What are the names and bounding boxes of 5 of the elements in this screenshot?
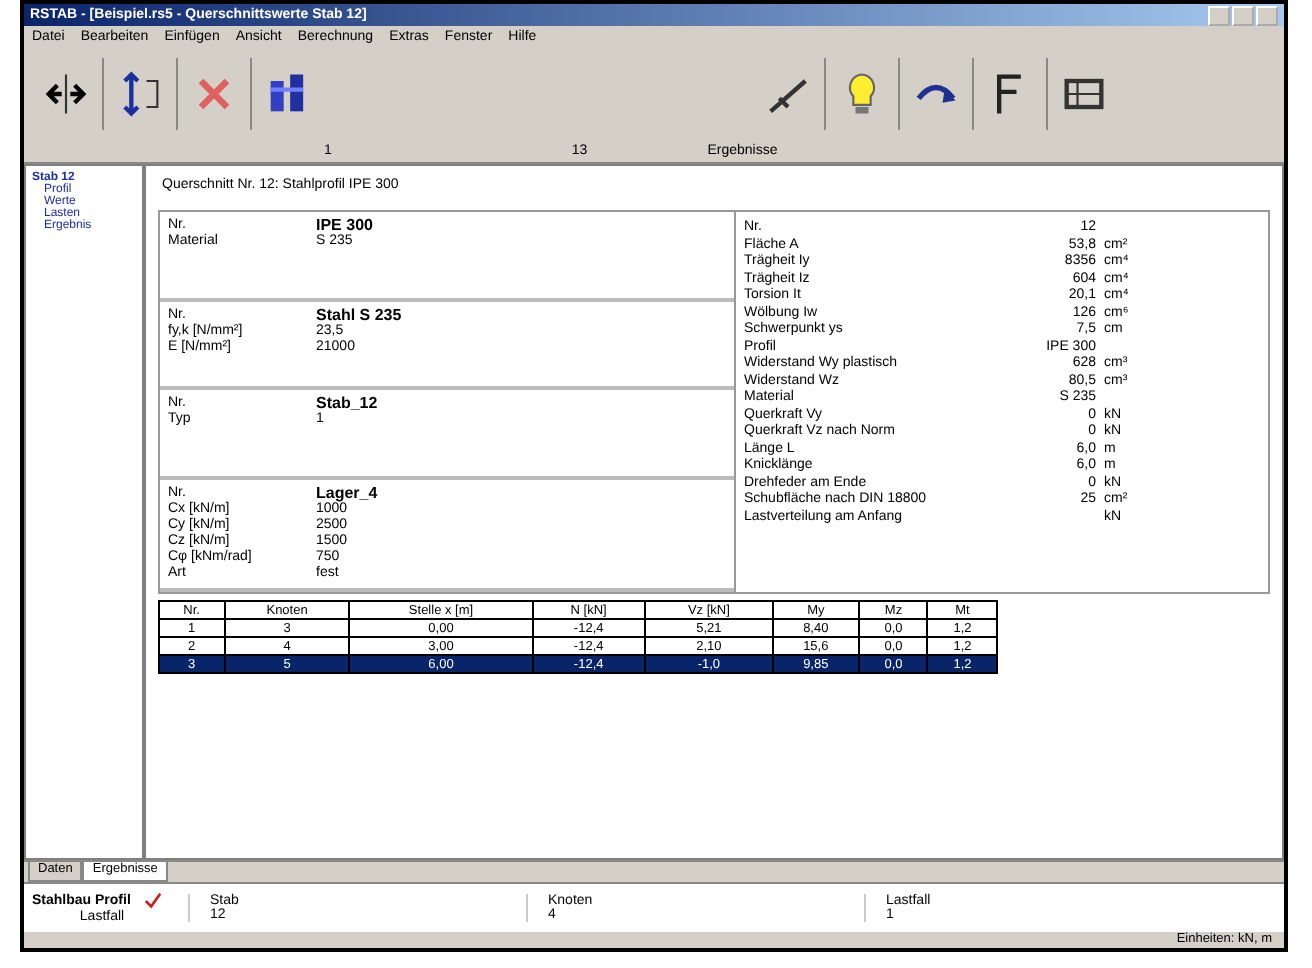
section-title: Lager_4 [316, 486, 380, 503]
check-icon [144, 892, 163, 910]
section-title: IPE 300 [316, 218, 375, 234]
section-title: Stahl S 235 [316, 307, 404, 324]
section-title: Stab_12 [316, 396, 380, 413]
